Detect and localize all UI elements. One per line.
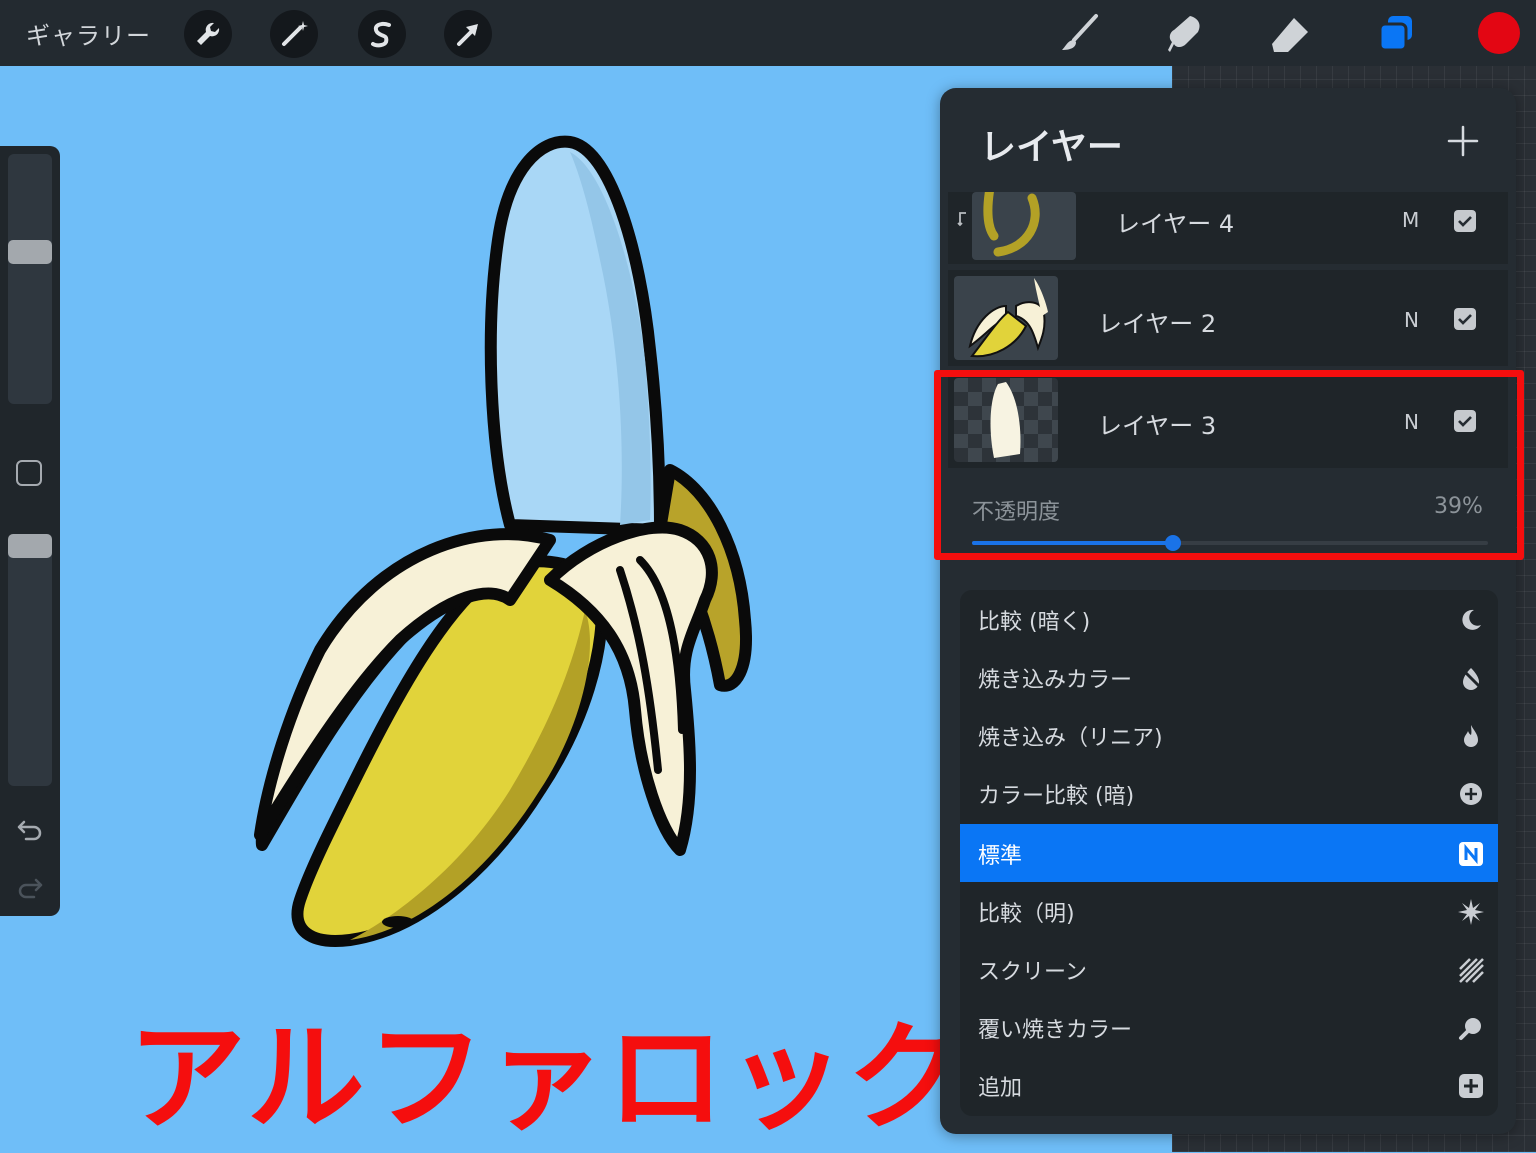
layer-4-name: レイヤー 4 [1116, 210, 1235, 238]
brush-icon[interactable] [1056, 10, 1104, 58]
alpha-lock-caption: アルファロック [128, 1009, 967, 1147]
top-toolbar: ギャラリー [0, 0, 1536, 66]
flame-icon [1458, 723, 1484, 749]
blend-item-label: 追加 [978, 1076, 1023, 1101]
layer-4-visibility-checkbox[interactable] [1454, 210, 1476, 232]
brush-opacity-slider[interactable] [8, 534, 52, 786]
plus-icon[interactable] [1446, 124, 1480, 158]
redo-icon[interactable] [16, 872, 44, 900]
left-sidebar [0, 146, 60, 916]
sunburst-icon [1458, 899, 1484, 925]
selection-s-icon[interactable] [358, 10, 406, 58]
brush-size-thumb[interactable] [8, 239, 52, 264]
blend-item-lighten[interactable]: 比較（明) [960, 882, 1498, 940]
layer-2-blend-mode[interactable]: N [1404, 308, 1419, 332]
moon-icon [1458, 607, 1484, 633]
blend-item-label: 標準 [978, 844, 1023, 869]
layer-4-thumbnail [972, 192, 1076, 260]
modify-button[interactable] [16, 460, 42, 486]
wrench-icon[interactable] [184, 10, 232, 58]
layer-row-4[interactable]: レイヤー 4 M [948, 192, 1508, 264]
layer-2-visibility-checkbox[interactable] [1454, 308, 1476, 330]
blend-item-darken[interactable]: 比較 (暗く) [960, 590, 1498, 648]
blend-item-label: 比較（明) [978, 902, 1075, 927]
plus-circle-icon [1458, 781, 1484, 807]
layer-2-thumbnail [954, 276, 1058, 360]
banana-illustration [254, 135, 752, 947]
blend-item-label: スクリーン [978, 960, 1087, 985]
magnifier-icon [1458, 1015, 1484, 1041]
burn-slash-icon [1458, 665, 1484, 691]
brush-opacity-thumb[interactable] [8, 534, 52, 558]
blend-item-color-burn[interactable]: 焼き込みカラー [960, 648, 1498, 706]
blend-item-label: 覆い焼きカラー [978, 1018, 1133, 1043]
blend-item-screen[interactable]: スクリーン [960, 940, 1498, 998]
layers-panel-title: レイヤー [980, 127, 1123, 168]
blend-item-darker-color[interactable]: カラー比較 (暗) [960, 764, 1498, 822]
blend-item-add[interactable]: 追加 [960, 1056, 1498, 1114]
clipping-mask-icon [957, 212, 966, 227]
blend-item-label: 焼き込みカラー [978, 668, 1133, 693]
blend-item-normal[interactable]: 標準 [960, 824, 1498, 882]
plus-square-icon [1458, 1073, 1484, 1099]
blend-item-color-dodge[interactable]: 覆い焼きカラー [960, 998, 1498, 1056]
n-badge-icon [1458, 841, 1484, 867]
layer-2-name: レイヤー 2 [1098, 310, 1217, 338]
blend-mode-menu: 比較 (暗く) 焼き込みカラー 焼き込み（リニア) カラー比較 (暗) 標準 比… [960, 590, 1498, 1116]
stripes-icon [1458, 957, 1484, 983]
layer-4-blend-mode[interactable]: M [1402, 208, 1419, 232]
brush-size-slider[interactable] [8, 154, 52, 404]
magic-wand-icon[interactable] [270, 10, 318, 58]
current-color-swatch[interactable] [1478, 12, 1520, 54]
blend-item-label: 比較 (暗く) [978, 610, 1091, 635]
blend-item-label: カラー比較 (暗) [978, 784, 1135, 809]
layer-row-2[interactable]: レイヤー 2 N [948, 270, 1508, 366]
blend-item-linear-burn[interactable]: 焼き込み（リニア) [960, 706, 1498, 764]
transform-arrow-icon[interactable] [444, 10, 492, 58]
smudge-icon[interactable] [1160, 10, 1208, 58]
layers-icon[interactable] [1372, 10, 1420, 58]
undo-icon[interactable] [16, 814, 44, 842]
blend-item-label: 焼き込み（リニア) [978, 726, 1163, 751]
highlight-annotation-box [934, 370, 1524, 560]
eraser-icon[interactable] [1266, 10, 1314, 58]
gallery-button[interactable]: ギャラリー [26, 16, 151, 51]
